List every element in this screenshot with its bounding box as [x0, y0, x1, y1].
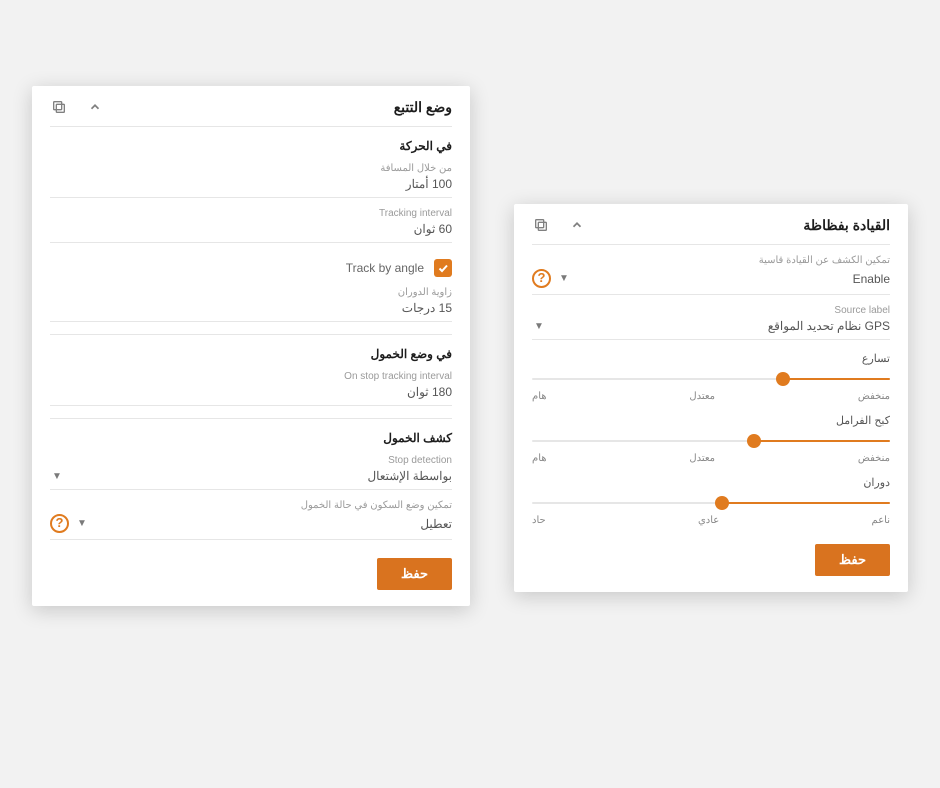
copy-icon[interactable] — [50, 98, 68, 116]
legend-low: منخفض — [858, 391, 890, 402]
on-stop-interval-label: On stop tracking interval — [50, 371, 452, 382]
legend-low: منخفض — [858, 453, 890, 464]
stop-detection-field[interactable]: Stop detection بواسطة الإشتعال ▼ — [50, 455, 452, 490]
turn-angle-label: زاوية الدوران — [50, 287, 452, 298]
enable-detection-value: Enable — [575, 272, 890, 286]
copy-icon[interactable] — [532, 216, 550, 234]
track-by-angle-label: Track by angle — [346, 261, 424, 275]
track-by-angle-checkbox[interactable] — [434, 259, 452, 277]
slider-thumb[interactable] — [747, 434, 761, 448]
divider — [50, 418, 452, 419]
legend-mid: معتدل — [689, 453, 715, 464]
section-detection-title: كشف الخمول — [50, 431, 452, 445]
slider-thumb[interactable] — [776, 372, 790, 386]
help-icon[interactable]: ? — [532, 269, 551, 288]
slider-legend: منخفض معتدل هام — [532, 453, 890, 464]
harsh-driving-panel: القيادة بفظاظة تمكين الكشف عن القيادة قا… — [514, 204, 908, 592]
acceleration-slider-block: تسارع منخفض معتدل هام — [532, 352, 890, 402]
divider — [50, 334, 452, 335]
collapse-icon[interactable] — [86, 98, 104, 116]
chevron-down-icon: ▼ — [52, 471, 62, 482]
save-button[interactable]: حفظ — [815, 544, 890, 576]
on-stop-interval-field[interactable]: On stop tracking interval 180 ثوان — [50, 371, 452, 406]
tracking-interval-field[interactable]: Tracking interval 60 ثوان — [50, 208, 452, 243]
card-header: وضع التتبع — [50, 98, 452, 127]
card-title: وضع التتبع — [104, 99, 452, 116]
slider-thumb[interactable] — [715, 496, 729, 510]
idle-sleep-label: تمكين وضع السكون في حالة الخمول — [50, 500, 452, 511]
section-idle-title: في وضع الخمول — [50, 347, 452, 361]
legend-mid: عادي — [698, 515, 719, 526]
tracking-interval-label: Tracking interval — [50, 208, 452, 219]
turn-angle-field[interactable]: زاوية الدوران 15 درجات — [50, 287, 452, 322]
idle-sleep-value: تعطيل — [93, 517, 452, 531]
tracking-mode-panel: وضع التتبع في الحركة من خلال المسافة 100… — [32, 86, 470, 606]
legend-high: هام — [532, 453, 547, 464]
distance-label: من خلال المسافة — [50, 163, 452, 174]
on-stop-interval-value: 180 ثوان — [50, 385, 452, 399]
legend-high: هام — [532, 391, 547, 402]
distance-field[interactable]: من خلال المسافة 100 أمتار — [50, 163, 452, 198]
acceleration-slider[interactable] — [532, 371, 890, 387]
save-button[interactable]: حفظ — [377, 558, 452, 590]
slider-legend: ناعم عادي حاد — [532, 515, 890, 526]
braking-slider[interactable] — [532, 433, 890, 449]
help-icon[interactable]: ? — [50, 514, 69, 533]
section-motion-title: في الحركة — [50, 139, 452, 153]
source-label-value: GPS نظام تحديد المواقع — [550, 319, 890, 333]
turning-slider[interactable] — [532, 495, 890, 511]
source-label-field[interactable]: Source label GPS نظام تحديد المواقع ▼ — [532, 305, 890, 340]
stop-detection-label: Stop detection — [50, 455, 452, 466]
turn-angle-value: 15 درجات — [50, 301, 452, 315]
track-by-angle-row[interactable]: Track by angle — [50, 259, 452, 277]
enable-detection-field[interactable]: تمكين الكشف عن القيادة قاسية Enable ▼ ? — [532, 255, 890, 295]
distance-value: 100 أمتار — [50, 177, 452, 191]
legend-low: ناعم — [872, 515, 890, 526]
card-header: القيادة بفظاظة — [532, 216, 890, 245]
idle-sleep-field[interactable]: تمكين وضع السكون في حالة الخمول تعطيل ▼ … — [50, 500, 452, 540]
chevron-down-icon: ▼ — [559, 273, 569, 284]
braking-slider-label: كبح الفرامل — [532, 414, 890, 427]
chevron-down-icon: ▼ — [534, 321, 544, 332]
acceleration-slider-label: تسارع — [532, 352, 890, 365]
chevron-down-icon: ▼ — [77, 518, 87, 529]
legend-mid: معتدل — [689, 391, 715, 402]
tracking-interval-value: 60 ثوان — [50, 222, 452, 236]
stop-detection-value: بواسطة الإشتعال — [68, 469, 452, 483]
turning-slider-label: دوران — [532, 476, 890, 489]
source-label-label: Source label — [532, 305, 890, 316]
slider-legend: منخفض معتدل هام — [532, 391, 890, 402]
card-title: القيادة بفظاظة — [586, 217, 890, 234]
braking-slider-block: كبح الفرامل منخفض معتدل هام — [532, 414, 890, 464]
legend-high: حاد — [532, 515, 546, 526]
enable-detection-label: تمكين الكشف عن القيادة قاسية — [532, 255, 890, 266]
turning-slider-block: دوران ناعم عادي حاد — [532, 476, 890, 526]
collapse-icon[interactable] — [568, 216, 586, 234]
